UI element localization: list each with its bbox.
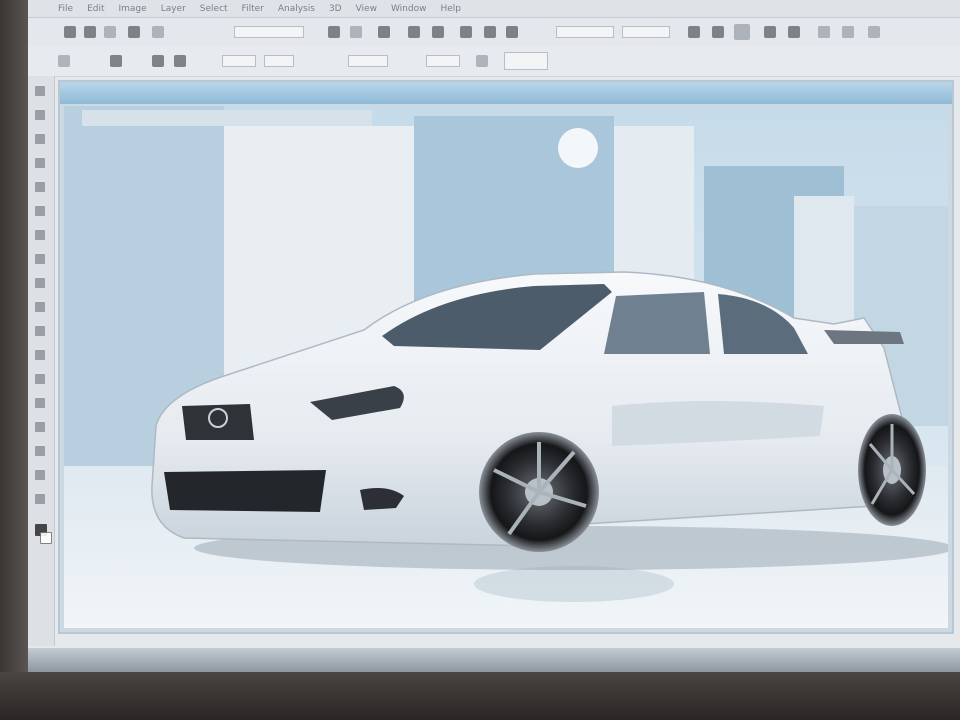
- application-toolbar: [28, 18, 960, 47]
- menu-item-view[interactable]: View: [356, 4, 377, 14]
- brush-icon[interactable]: [408, 26, 420, 38]
- option-field-two[interactable]: [264, 55, 294, 67]
- pen-icon[interactable]: [688, 26, 700, 38]
- pen-tool-icon[interactable]: [35, 422, 45, 432]
- brush-tool-icon[interactable]: [35, 254, 45, 264]
- workspace-icon[interactable]: [734, 24, 750, 40]
- crop-tool-icon[interactable]: [35, 182, 45, 192]
- lasso-icon[interactable]: [328, 26, 340, 38]
- menu-item-file[interactable]: File: [58, 4, 73, 14]
- gradient-tool-icon[interactable]: [35, 350, 45, 360]
- option-three-icon[interactable]: [174, 55, 186, 67]
- history-brush-icon[interactable]: [460, 26, 472, 38]
- menu-item-image[interactable]: Image: [119, 4, 147, 14]
- lasso-tool-icon[interactable]: [35, 134, 45, 144]
- stamp-icon[interactable]: [432, 26, 444, 38]
- type-icon[interactable]: [712, 26, 724, 38]
- crop-icon[interactable]: [378, 26, 390, 38]
- option-four-icon[interactable]: [476, 55, 488, 67]
- healing-tool-icon[interactable]: [35, 230, 45, 240]
- stamp-tool-icon[interactable]: [35, 278, 45, 288]
- move-tool-icon[interactable]: [35, 86, 45, 96]
- menu-item-help[interactable]: Help: [440, 4, 461, 14]
- eraser-tool-icon[interactable]: [35, 326, 45, 336]
- mode-dropdown[interactable]: [234, 26, 304, 38]
- blur-tool-icon[interactable]: [35, 374, 45, 384]
- style-dropdown[interactable]: [622, 26, 670, 38]
- photo-surround-left: [0, 0, 28, 720]
- shape-tool-icon[interactable]: [35, 494, 45, 504]
- menu-item-analysis[interactable]: Analysis: [278, 4, 315, 14]
- menu-item-layer[interactable]: Layer: [161, 4, 186, 14]
- eyedropper-tool-icon[interactable]: [35, 206, 45, 216]
- menu-item-3d[interactable]: 3D: [329, 4, 342, 14]
- quick-select-tool-icon[interactable]: [35, 158, 45, 168]
- monitor-screen: File Edit Image Layer Select Filter Anal…: [28, 0, 960, 672]
- background-color-swatch[interactable]: [40, 532, 52, 544]
- option-one-icon[interactable]: [110, 55, 122, 67]
- tool-preset-icon[interactable]: [58, 55, 70, 67]
- hand-icon[interactable]: [764, 26, 776, 38]
- option-two-icon[interactable]: [152, 55, 164, 67]
- gradient-icon[interactable]: [506, 26, 518, 38]
- extras-icon[interactable]: [842, 26, 854, 38]
- option-field-three[interactable]: [348, 55, 388, 67]
- menu-item-select[interactable]: Select: [200, 4, 228, 14]
- new-icon[interactable]: [64, 26, 76, 38]
- image-canvas[interactable]: [64, 106, 954, 628]
- feather-field[interactable]: [556, 26, 614, 38]
- option-field-one[interactable]: [222, 55, 256, 67]
- menu-bar: File Edit Image Layer Select Filter Anal…: [28, 0, 960, 18]
- dodge-tool-icon[interactable]: [35, 398, 45, 408]
- taskbar: [28, 648, 960, 672]
- marquee-tool-icon[interactable]: [35, 110, 45, 120]
- options-bar: [28, 46, 960, 77]
- document-tab[interactable]: [60, 82, 952, 104]
- document-window: [58, 80, 954, 634]
- tools-panel: [28, 76, 55, 646]
- eraser-icon[interactable]: [484, 26, 496, 38]
- arrange-icon[interactable]: [868, 26, 880, 38]
- marquee-icon[interactable]: [152, 26, 164, 38]
- move-tool-icon[interactable]: [128, 26, 140, 38]
- history-tool-icon[interactable]: [35, 302, 45, 312]
- option-field-four[interactable]: [426, 55, 460, 67]
- menu-item-window[interactable]: Window: [391, 4, 427, 14]
- open-icon[interactable]: [84, 26, 96, 38]
- menu-item-edit[interactable]: Edit: [87, 4, 104, 14]
- photo-surround-bottom: [0, 672, 960, 720]
- type-tool-icon[interactable]: [35, 446, 45, 456]
- menu-item-filter[interactable]: Filter: [242, 4, 264, 14]
- refine-edge-button[interactable]: [504, 52, 548, 70]
- wand-icon[interactable]: [350, 26, 362, 38]
- save-icon[interactable]: [104, 26, 116, 38]
- path-select-tool-icon[interactable]: [35, 470, 45, 480]
- screen-mode-icon[interactable]: [818, 26, 830, 38]
- zoom-icon[interactable]: [788, 26, 800, 38]
- car-photo: [64, 106, 954, 628]
